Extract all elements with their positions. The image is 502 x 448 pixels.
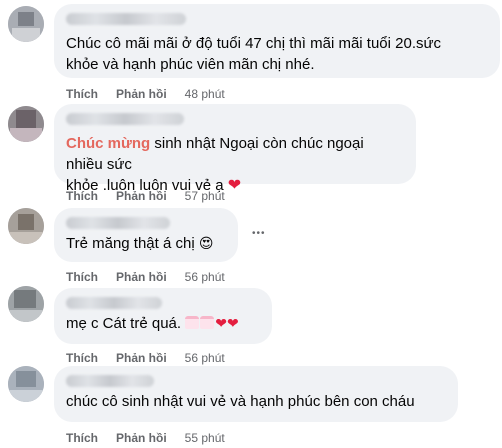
author-name-blurred[interactable] [66,375,154,387]
avatar[interactable] [8,106,44,142]
author-name-blurred[interactable] [66,297,162,309]
comment-text: chúc cô sinh nhật vui vẻ và hạnh phúc bê… [66,393,415,410]
sparkling-heart-emoji: ❤❤ [215,315,239,331]
timestamp[interactable]: 55 phút [185,431,225,445]
comment-actions: Thích Phản hồi 57 phút [66,189,225,203]
comment-bubble: Chúc cô mãi mãi ở độ tuổi 47 chị thì mãi… [54,4,500,78]
comment-bubble: chúc cô sinh nhật vui vẻ và hạnh phúc bê… [54,366,458,422]
timestamp[interactable]: 57 phút [185,189,225,203]
avatar[interactable] [8,286,44,322]
comment-actions: Thích Phản hồi 55 phút [66,431,225,445]
timestamp[interactable]: 56 phút [185,351,225,365]
author-name-blurred[interactable] [66,217,170,229]
comment-actions: Thích Phản hồi 56 phút [66,270,225,284]
reply-button[interactable]: Phản hồi [116,431,167,445]
comment-bubble: mẹ c Cát trẻ quá. ❤❤ [54,288,272,344]
more-options-icon[interactable]: ••• [252,228,266,239]
like-button[interactable]: Thích [66,87,98,101]
reply-button[interactable]: Phản hồi [116,189,167,203]
avatar[interactable] [8,6,44,42]
reply-button[interactable]: Phản hồi [116,87,167,101]
heart-emoji: ❤ [227,177,242,194]
like-button[interactable]: Thích [66,189,98,203]
comment-bubble: Trẻ măng thật á chị 😍 [54,208,238,262]
comment-bubble: Chúc mừng sinh nhật Ngoại còn chúc ngoại… [54,104,416,194]
like-button[interactable]: Thích [66,351,98,365]
heart-eyes-emoji: 😍 [198,235,214,251]
birthday-cake-emoji [185,315,215,332]
author-name-blurred[interactable] [66,13,186,25]
comment-text: Chúc mừng sinh nhật Ngoại còn chúc ngoại… [66,135,364,194]
like-button[interactable]: Thích [66,270,98,284]
timestamp[interactable]: 48 phút [185,87,225,101]
comment-text: Chúc cô mãi mãi ở độ tuổi 47 chị thì mãi… [66,35,442,73]
comment-text: Trẻ măng thật á chị 😍 [66,235,214,252]
like-button[interactable]: Thích [66,431,98,445]
reply-button[interactable]: Phản hồi [116,351,167,365]
comment-text: mẹ c Cát trẻ quá. ❤❤ [66,315,239,332]
comment-actions: Thích Phản hồi 56 phút [66,351,225,365]
avatar[interactable] [8,208,44,244]
comment-actions: Thích Phản hồi 48 phút [66,87,225,101]
reply-button[interactable]: Phản hồi [116,270,167,284]
highlight-text: Chúc mừng [66,135,151,152]
avatar[interactable] [8,366,44,402]
author-name-blurred[interactable] [66,113,184,125]
timestamp[interactable]: 56 phút [185,270,225,284]
